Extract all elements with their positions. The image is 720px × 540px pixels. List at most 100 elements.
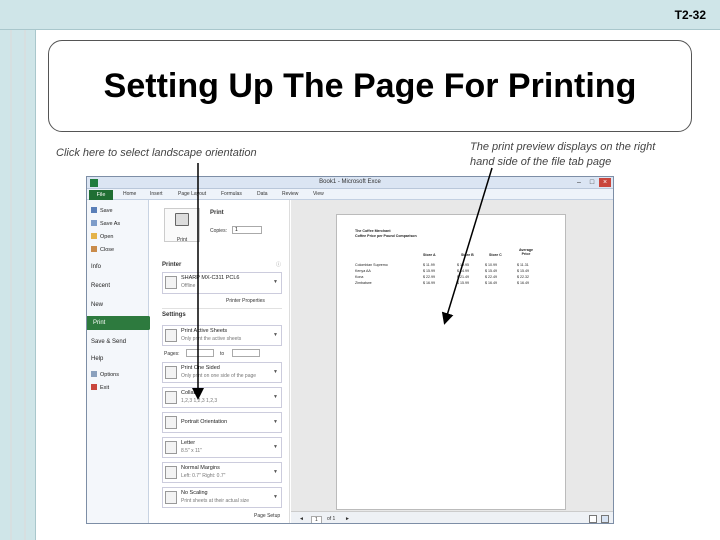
nav-close[interactable]: Close <box>91 245 114 255</box>
pages-label: Pages: <box>164 351 180 357</box>
tab-page-layout[interactable]: Page Layout <box>178 191 206 197</box>
nav-label: Save As <box>100 221 121 227</box>
preview-header: Store C <box>489 253 502 257</box>
preview-row-label: Colombian Supremo <box>355 263 388 267</box>
nav-label: Exit <box>100 385 110 391</box>
one-sided-icon <box>165 366 177 379</box>
callout-right-line2: hand side of the file tab page <box>470 156 612 168</box>
preview-cell: $ 14.99 <box>457 269 469 273</box>
paper-size-select[interactable]: Letter 8.5" x 11" ▼ <box>162 437 282 458</box>
tab-insert[interactable]: Insert <box>150 191 163 197</box>
save-icon <box>91 207 97 213</box>
nav-new[interactable]: New <box>91 300 103 310</box>
nav-print[interactable]: Print <box>87 316 157 330</box>
slide-header-bar: T2-32 <box>0 0 720 30</box>
page-setup-link[interactable]: Page Setup <box>254 513 280 519</box>
excel-screenshot: Book1 - Microsoft Exce – □ × File Home I… <box>86 176 614 524</box>
nav-exit[interactable]: Exit <box>91 383 109 393</box>
tab-formulas[interactable]: Formulas <box>221 191 242 197</box>
scaling-select[interactable]: No Scaling Print sheets at their actual … <box>162 487 282 508</box>
print-preview-pane: The Coffee Merchant Coffee Price per Pou… <box>291 200 613 523</box>
page-number-input[interactable]: 1 <box>311 516 322 523</box>
nav-open[interactable]: Open <box>91 232 113 242</box>
nav-label: Save <box>100 208 113 214</box>
tab-home[interactable]: Home <box>123 191 136 197</box>
dropdown-title: Letter <box>181 440 196 446</box>
nav-options[interactable]: Options <box>91 370 119 380</box>
orientation-select[interactable]: Portrait Orientation ▼ <box>162 412 282 433</box>
title-box: Setting Up The Page For Printing <box>48 40 692 132</box>
nav-label: Close <box>100 247 115 253</box>
exit-icon <box>91 384 97 390</box>
dropdown-subtitle: Left: 0.7" Right: 0.7" <box>181 473 226 479</box>
page-total: of 1 <box>327 516 336 522</box>
dropdown-subtitle: 8.5" x 11" <box>181 448 202 454</box>
zoom-to-page-icon[interactable] <box>601 515 609 523</box>
nav-recent[interactable]: Recent <box>91 281 110 291</box>
dropdown-subtitle: Only print the active sheets <box>181 336 242 342</box>
preview-title: The Coffee Merchant <box>355 229 391 233</box>
dropdown-title: Print Active Sheets <box>181 328 228 334</box>
dropdown-subtitle: 1,2,3 1,2,3 1,2,3 <box>181 398 218 404</box>
nav-save-as[interactable]: Save As <box>91 219 120 229</box>
nav-save[interactable]: Save <box>91 206 113 216</box>
pages-to-label: to <box>220 351 225 357</box>
chevron-down-icon: ▼ <box>273 469 278 475</box>
callout-right: The print preview displays on the right … <box>470 140 655 170</box>
preview-cell: $ 15.99 <box>423 269 435 273</box>
sides-select[interactable]: Print One Sided Only print on one side o… <box>162 362 282 383</box>
print-button[interactable]: Print <box>164 208 200 243</box>
preview-navigation: ◄ 1 of 1 ► <box>291 511 613 523</box>
copies-input[interactable]: 1 <box>232 226 262 234</box>
preview-cell: $ 16.49 <box>485 281 497 285</box>
chevron-down-icon: ▼ <box>273 494 278 500</box>
save-as-icon <box>91 220 97 226</box>
close-window-button[interactable]: × <box>599 178 611 187</box>
dropdown-title: No Scaling <box>181 490 208 496</box>
chevron-down-icon: ▼ <box>273 279 278 285</box>
preview-row-label: Kenya AA <box>355 269 371 273</box>
print-button-label: Print <box>176 237 188 243</box>
preview-cell: $ 15.99 <box>457 281 469 285</box>
preview-cell: $ 15.49 <box>517 269 529 273</box>
sheets-icon <box>165 329 177 342</box>
slide-left-bar <box>0 30 36 540</box>
preview-row-label: Kona <box>355 275 364 279</box>
callout-left: Click here to select landscape orientati… <box>56 147 257 159</box>
minimize-button[interactable]: – <box>573 178 585 187</box>
preview-cell: $ 22.49 <box>485 275 497 279</box>
maximize-button[interactable]: □ <box>586 178 598 187</box>
tab-view[interactable]: View <box>313 191 324 197</box>
printer-properties-link[interactable]: Printer Properties <box>226 298 265 304</box>
prev-page-icon[interactable]: ◄ <box>299 516 304 522</box>
preview-cell: $ 10.99 <box>485 263 497 267</box>
tab-data[interactable]: Data <box>257 191 268 197</box>
info-icon[interactable]: ⓘ <box>276 261 281 268</box>
preview-cell: $ 16.49 <box>517 281 529 285</box>
options-icon <box>91 371 97 377</box>
tab-review[interactable]: Review <box>282 191 298 197</box>
pages-from-input[interactable] <box>186 349 214 357</box>
nav-save-send[interactable]: Save & Send <box>91 337 126 347</box>
slide-number: T2-32 <box>674 8 706 22</box>
chevron-down-icon: ▼ <box>273 419 278 425</box>
pages-to-input[interactable] <box>232 349 260 357</box>
preview-cell: $ 21.49 <box>457 275 469 279</box>
decor-line <box>24 30 26 540</box>
nav-label: Open <box>100 234 114 240</box>
print-what-select[interactable]: Print Active Sheets Only print the activ… <box>162 325 282 346</box>
show-margins-icon[interactable] <box>589 515 597 523</box>
printer-icon <box>175 213 189 226</box>
dropdown-title: Normal Margins <box>181 465 220 471</box>
margins-select[interactable]: Normal Margins Left: 0.7" Right: 0.7" ▼ <box>162 462 282 483</box>
printer-select[interactable]: SHARP MX-C311 PCL6 Offline ▼ <box>162 272 282 294</box>
preview-row-label: Zimbabwe <box>355 281 372 285</box>
next-page-icon[interactable]: ► <box>345 516 350 522</box>
nav-help[interactable]: Help <box>91 354 103 364</box>
collation-select[interactable]: Collated 1,2,3 1,2,3 1,2,3 ▼ <box>162 387 282 408</box>
nav-info[interactable]: Info <box>91 262 101 272</box>
decor-line <box>10 30 12 540</box>
chevron-down-icon: ▼ <box>273 394 278 400</box>
preview-header: Store A <box>423 253 436 257</box>
tab-file[interactable]: File <box>89 190 113 200</box>
